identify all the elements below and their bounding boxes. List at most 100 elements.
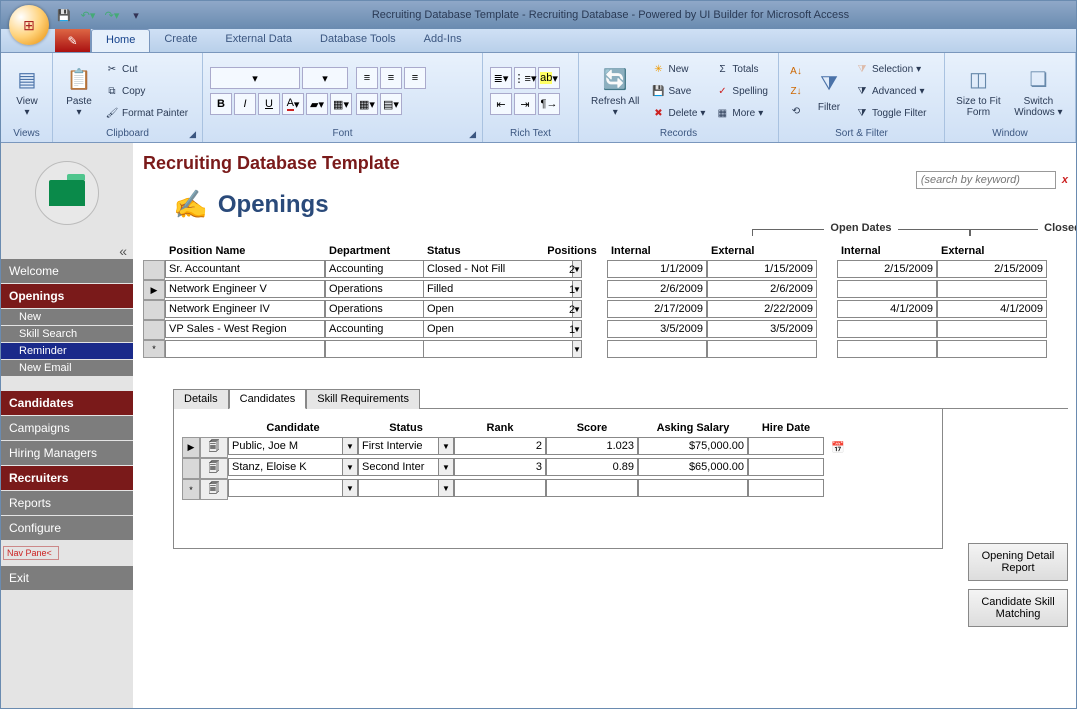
position-name-field[interactable]	[165, 280, 325, 298]
sidebar-item-welcome[interactable]: Welcome	[1, 259, 133, 283]
open-external-date[interactable]	[707, 340, 817, 358]
closed-external-date[interactable]	[937, 340, 1047, 358]
save-icon[interactable]: 💾	[55, 6, 73, 24]
numbering-button[interactable]: ⋮≡▾	[514, 67, 536, 89]
nav-pane-toggle[interactable]: Nav Pane<	[3, 546, 59, 560]
refresh-all-button[interactable]: 🔄Refresh All ▾	[586, 62, 644, 120]
chevron-down-icon[interactable]: ▼	[342, 458, 358, 476]
sort-asc-button[interactable]: A↓	[786, 61, 806, 81]
closed-internal-date[interactable]	[837, 300, 937, 318]
search-input[interactable]	[916, 171, 1056, 189]
switch-windows-button[interactable]: ❏Switch Windows ▾	[1009, 62, 1068, 120]
highlight-button[interactable]: ab▾	[538, 67, 560, 89]
fill-color-button[interactable]: ▰▾	[306, 93, 328, 115]
spelling-button[interactable]: ✓Spelling	[712, 81, 771, 101]
sidebar-item-skill-search[interactable]: Skill Search	[1, 326, 133, 342]
candidate-status-combo[interactable]	[358, 437, 438, 455]
sidebar-item-reminder[interactable]: Reminder	[1, 343, 133, 359]
sidebar-collapse-icon[interactable]: «	[1, 243, 133, 259]
hire-date-field[interactable]	[748, 458, 824, 476]
open-external-date[interactable]	[707, 260, 817, 278]
score-field[interactable]	[546, 437, 638, 455]
new-record-button[interactable]: ✳New	[648, 59, 708, 79]
position-name-field[interactable]	[165, 340, 325, 358]
open-candidate-button[interactable]: 🗐	[200, 458, 228, 479]
cal-btn[interactable]: 📅	[824, 437, 852, 458]
chevron-down-icon[interactable]: ▼	[438, 479, 454, 497]
redo-icon[interactable]: ↷▾	[103, 6, 121, 24]
row-selector[interactable]: *	[182, 479, 200, 500]
paste-button[interactable]: 📋Paste▾	[60, 62, 98, 120]
open-internal-date[interactable]	[607, 340, 707, 358]
sidebar-item-openings[interactable]: Openings	[1, 284, 133, 308]
delete-record-button[interactable]: ✖Delete ▾	[648, 103, 708, 123]
closed-internal-date[interactable]	[837, 320, 937, 338]
size-to-fit-button[interactable]: ◫Size to Fit Form	[952, 62, 1005, 120]
underline-button[interactable]: U	[258, 93, 280, 115]
position-name-field[interactable]	[165, 320, 325, 338]
document-icon[interactable]: 🗐	[209, 438, 220, 457]
office-orb-button[interactable]	[9, 5, 49, 45]
tab-external-data[interactable]: External Data	[211, 29, 306, 52]
alt-fill-button[interactable]: ▦▾	[356, 93, 378, 115]
sidebar-item-recruiters[interactable]: Recruiters	[1, 466, 133, 490]
candidate-status-combo[interactable]	[358, 479, 438, 497]
salary-field[interactable]	[638, 479, 748, 497]
row-selector[interactable]	[143, 260, 165, 280]
position-name-field[interactable]	[165, 260, 325, 278]
format-painter-button[interactable]: 🖌Format Painter	[102, 103, 191, 123]
candidate-combo[interactable]	[228, 437, 342, 455]
sort-desc-button[interactable]: Z↓	[786, 81, 806, 101]
font-dialog-icon[interactable]: ◢	[469, 129, 476, 140]
closed-internal-date[interactable]	[837, 340, 937, 358]
chevron-down-icon[interactable]: ▼	[342, 437, 358, 455]
tab-details[interactable]: Details	[173, 389, 229, 409]
sidebar-item-candidates[interactable]: Candidates	[1, 391, 133, 415]
open-external-date[interactable]	[707, 300, 817, 318]
open-candidate-button[interactable]: 🗐	[200, 437, 228, 458]
candidate-combo[interactable]	[228, 458, 342, 476]
closed-internal-date[interactable]	[837, 260, 937, 278]
view-button[interactable]: ▤View▾	[8, 62, 46, 120]
open-candidate-button[interactable]: 🗐	[200, 479, 228, 500]
copy-button[interactable]: ⧉Copy	[102, 81, 191, 101]
document-icon[interactable]: 🗐	[209, 459, 220, 478]
increase-indent-button[interactable]: ⇥	[514, 93, 536, 115]
open-internal-date[interactable]	[607, 280, 707, 298]
tab-add-ins[interactable]: Add-Ins	[410, 29, 476, 52]
toggle-filter-button[interactable]: ⧩Toggle Filter	[852, 103, 929, 123]
totals-button[interactable]: ΣTotals	[712, 59, 771, 79]
clear-sort-button[interactable]: ⟲	[786, 101, 806, 121]
font-size-combo[interactable]: ▾	[302, 67, 348, 89]
rank-field[interactable]	[454, 458, 546, 476]
cut-button[interactable]: ✂Cut	[102, 59, 191, 79]
candidate-skill-matching-button[interactable]: Candidate Skill Matching	[968, 589, 1068, 627]
filter-button[interactable]: ⧩Filter	[810, 68, 848, 115]
hire-date-field[interactable]	[748, 479, 824, 497]
more-button[interactable]: ▦More ▾	[712, 103, 771, 123]
tab-create[interactable]: Create	[150, 29, 211, 52]
bold-button[interactable]: B	[210, 93, 232, 115]
decrease-indent-button[interactable]: ⇤	[490, 93, 512, 115]
closed-internal-date[interactable]	[837, 280, 937, 298]
tab-home[interactable]: Home	[91, 29, 150, 52]
closed-external-date[interactable]	[937, 260, 1047, 278]
font-color-button[interactable]: A▾	[282, 93, 304, 115]
sidebar-item-exit[interactable]: Exit	[1, 566, 133, 590]
bullets-button[interactable]: ≣▾	[490, 67, 512, 89]
rank-field[interactable]	[454, 479, 546, 497]
hire-date-field[interactable]	[748, 437, 824, 455]
align-center-button[interactable]: ≡	[380, 67, 402, 89]
row-selector[interactable]	[143, 300, 165, 320]
candidate-combo[interactable]	[228, 479, 342, 497]
open-internal-date[interactable]	[607, 300, 707, 318]
gridline-style-button[interactable]: ▤▾	[380, 93, 402, 115]
align-left-button[interactable]: ≡	[356, 67, 378, 89]
document-icon[interactable]: 🗐	[209, 480, 220, 499]
score-field[interactable]	[546, 458, 638, 476]
sidebar-item-campaigns[interactable]: Campaigns	[1, 416, 133, 440]
sidebar-item-new-email[interactable]: New Email	[1, 360, 133, 376]
advanced-button[interactable]: ⧩Advanced ▾	[852, 81, 929, 101]
selection-button[interactable]: ⧩Selection ▾	[852, 59, 929, 79]
candidate-status-combo[interactable]	[358, 458, 438, 476]
